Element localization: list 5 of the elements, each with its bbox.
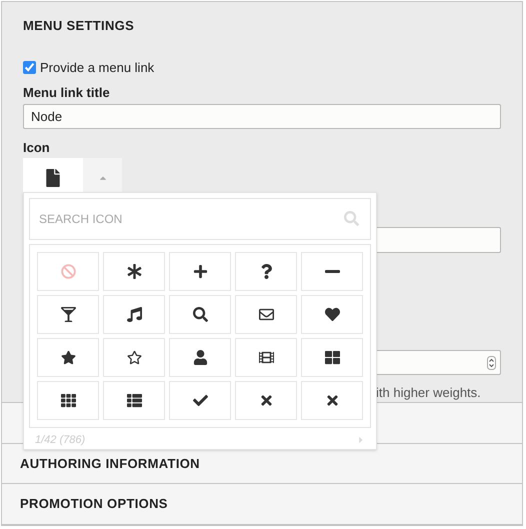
field-label: Menu link title (23, 84, 111, 102)
checkbox-label: Provide a menu link (40, 58, 154, 76)
section-heading: MENU SETTINGS (23, 17, 136, 35)
field-label: Icon (23, 138, 51, 156)
field-description: ith higher weights. (376, 385, 481, 400)
